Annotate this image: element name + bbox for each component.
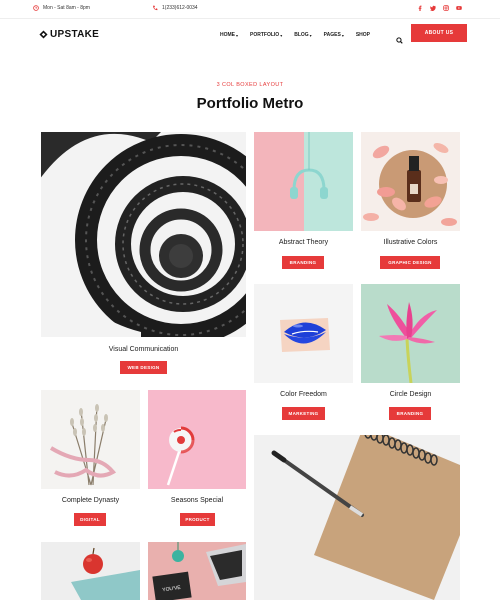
search-icon[interactable] bbox=[396, 31, 403, 49]
nav-label: PORTFOLIO bbox=[250, 32, 280, 38]
portfolio-title[interactable]: Circle Design bbox=[361, 391, 460, 398]
portfolio-image-headphones[interactable] bbox=[254, 132, 353, 231]
nav-item-pages[interactable]: PAGES ▾ bbox=[324, 32, 344, 38]
notebook-image bbox=[254, 435, 460, 600]
section-eyebrow: 3 COL BOXED LAYOUT bbox=[216, 82, 284, 88]
hours-text: Mon - Sat 8am - 8pm bbox=[43, 5, 90, 11]
portfolio-tag[interactable]: BRANDING bbox=[389, 407, 431, 420]
staircase-image bbox=[41, 132, 246, 337]
lollipop-image bbox=[148, 390, 246, 489]
portfolio-image-dried-flowers[interactable] bbox=[41, 390, 140, 489]
portfolio-tag[interactable]: WEB DESIGN bbox=[120, 361, 167, 374]
twitter-icon[interactable] bbox=[430, 5, 436, 11]
top-bar: Mon - Sat 8am - 8pm 1(233)612-0034 bbox=[0, 0, 500, 19]
chevron-down-icon: ▾ bbox=[236, 32, 239, 38]
portfolio-tag[interactable]: PRODUCT bbox=[180, 513, 215, 526]
lily-image bbox=[361, 284, 460, 383]
portfolio-image-laptop-desk[interactable]: YOU'VE bbox=[148, 542, 246, 600]
nav-label: BLOG bbox=[294, 32, 309, 38]
facebook-icon[interactable] bbox=[417, 5, 423, 11]
apple-image bbox=[41, 542, 140, 600]
nav-label: PAGES bbox=[323, 32, 341, 38]
portfolio-title[interactable]: Abstract Theory bbox=[254, 239, 353, 246]
portfolio-title[interactable]: Seasons Special bbox=[148, 497, 246, 504]
social-links bbox=[417, 5, 462, 11]
portfolio-image-blue-lips[interactable] bbox=[254, 284, 353, 383]
clock-icon bbox=[33, 5, 39, 11]
hours-info: Mon - Sat 8am - 8pm bbox=[33, 5, 90, 11]
chevron-down-icon: ▾ bbox=[309, 32, 312, 38]
chevron-down-icon: ▾ bbox=[341, 32, 344, 38]
portfolio-title[interactable]: Visual Communication bbox=[41, 346, 246, 353]
logo-text: UPSTAKE bbox=[50, 29, 100, 40]
phone-text[interactable]: 1(233)612-0034 bbox=[162, 5, 198, 11]
phone-info: 1(233)612-0034 bbox=[152, 5, 198, 11]
nav-label: SHOP bbox=[355, 32, 370, 38]
portfolio-tag[interactable]: GRAPHIC DESIGN bbox=[380, 256, 440, 269]
portfolio-image-lollipop[interactable] bbox=[148, 390, 246, 489]
headphones-image bbox=[254, 132, 353, 231]
portfolio-image-spiral-staircase[interactable] bbox=[41, 132, 246, 337]
instagram-icon[interactable] bbox=[443, 5, 449, 11]
portfolio-title[interactable]: Complete Dynasty bbox=[41, 497, 140, 504]
nav-item-home[interactable]: HOME ▾ bbox=[220, 32, 238, 38]
nav-item-portfolio[interactable]: PORTFOLIO ▾ bbox=[250, 32, 282, 38]
logo-mark-icon bbox=[39, 30, 48, 39]
youtube-icon[interactable] bbox=[456, 5, 462, 11]
main-nav: HOME ▾ PORTFOLIO ▾ BLOG ▾ PAGES ▾ SHOP bbox=[220, 32, 382, 38]
nav-item-shop[interactable]: SHOP bbox=[356, 32, 370, 38]
laptop-image: YOU'VE bbox=[148, 542, 246, 600]
page-title: Portfolio Metro bbox=[196, 95, 304, 112]
about-us-button[interactable]: ABOUT US bbox=[411, 24, 467, 42]
bottle-image bbox=[361, 132, 460, 231]
portfolio-image-apple-book[interactable] bbox=[41, 542, 140, 600]
portfolio-tag[interactable]: DIGITAL bbox=[74, 513, 106, 526]
portfolio-tag[interactable]: MARKETING bbox=[282, 407, 325, 420]
nav-item-blog[interactable]: BLOG ▾ bbox=[294, 32, 311, 38]
portfolio-title[interactable]: Illustrative Colors bbox=[361, 239, 460, 246]
site-logo[interactable]: UPSTAKE bbox=[39, 29, 99, 40]
portfolio-image-pink-lily[interactable] bbox=[361, 284, 460, 383]
portfolio-tag[interactable]: BRANDING bbox=[282, 256, 324, 269]
nav-label: HOME bbox=[220, 32, 235, 38]
portfolio-image-bottle-petals[interactable] bbox=[361, 132, 460, 231]
dried-flowers-image bbox=[41, 390, 140, 489]
phone-icon bbox=[153, 5, 158, 11]
portfolio-title[interactable]: Color Freedom bbox=[254, 391, 353, 398]
chevron-down-icon: ▾ bbox=[280, 32, 283, 38]
portfolio-image-notebook[interactable] bbox=[254, 435, 460, 600]
lips-image bbox=[254, 284, 353, 383]
